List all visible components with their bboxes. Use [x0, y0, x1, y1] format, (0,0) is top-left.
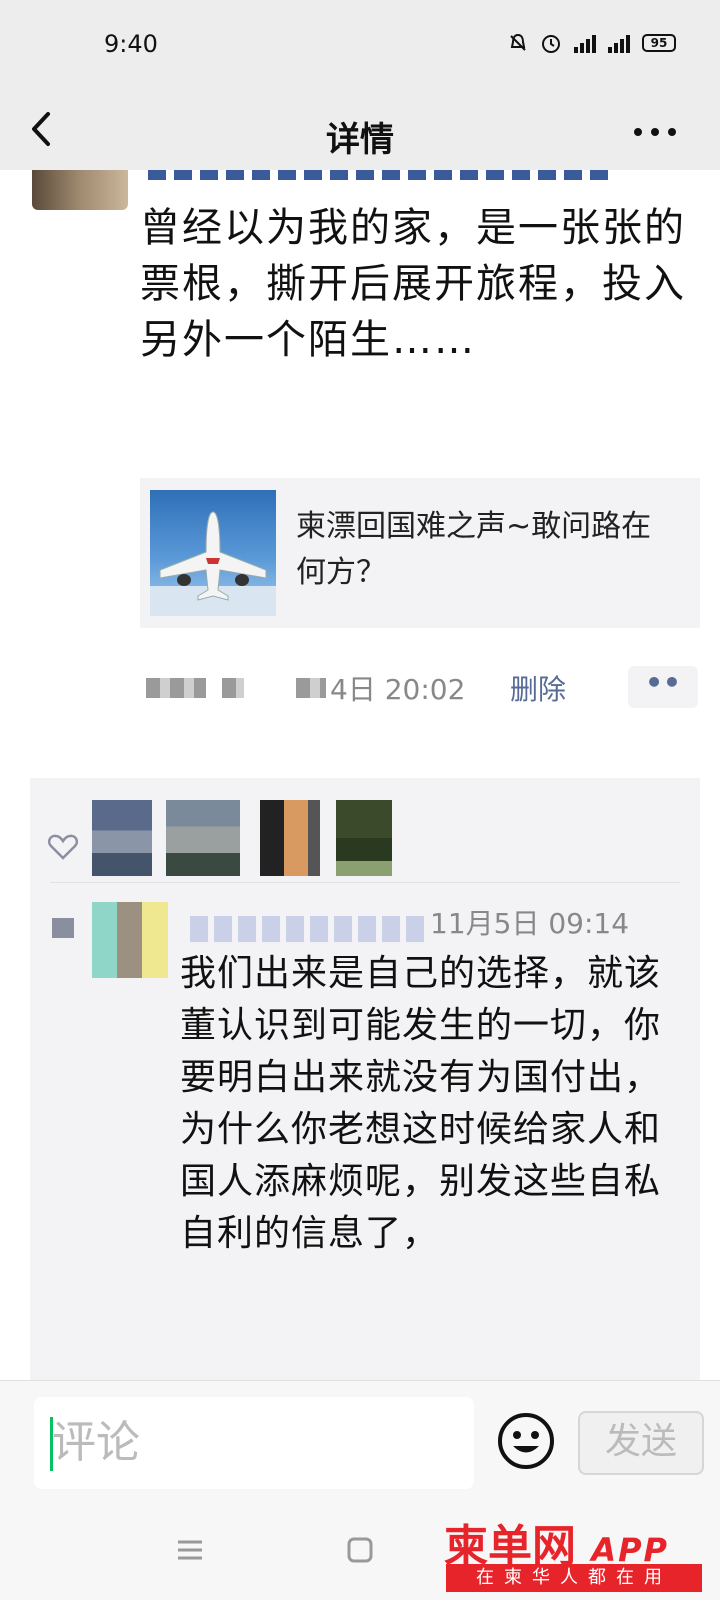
- blurred-text: [296, 678, 326, 698]
- airplane-image: [150, 490, 276, 616]
- status-bar: 9:40 95: [0, 0, 720, 90]
- post-text: 曾经以为我的家，是一张张的票根，撕开后展开旅程，投入另外一个陌生……: [140, 205, 686, 363]
- comment-timestamp: 11月5日 09:14: [430, 907, 630, 940]
- comment-placeholder: 评论: [52, 1417, 140, 1468]
- liker-avatar[interactable]: [92, 800, 152, 876]
- watermark-logo: 柬单网 APP 在柬华人都在用: [444, 1510, 706, 1594]
- post-timestamp: 4日 20:02: [330, 673, 466, 706]
- delete-button[interactable]: 删除: [510, 668, 566, 708]
- menu-button[interactable]: [170, 1530, 210, 1570]
- more-dots-icon: [634, 128, 676, 136]
- link-card-title: 柬漂回国难之声~敢问路在何方？: [296, 509, 652, 590]
- commenter-avatar[interactable]: [92, 902, 168, 978]
- home-square-icon: [347, 1537, 373, 1563]
- status-time: 9:40: [104, 30, 158, 58]
- moment-post: 曾经以为我的家，是一张张的票根，撕开后展开旅程，投入另外一个陌生…… 柬漂回国难…: [0, 170, 720, 730]
- alarm-icon: [542, 35, 560, 53]
- signal-icon: [574, 33, 596, 53]
- more-button[interactable]: [630, 112, 680, 152]
- likes-comments-box: 11月5日 09:14 我们出来是自己的选择，就该董认识到可能发生的一切，你要明…: [30, 778, 700, 1380]
- comment-input-bar: 评论 发送: [0, 1380, 720, 1500]
- comment-bubble-icon: [52, 918, 74, 938]
- comment-input[interactable]: 评论: [34, 1397, 474, 1489]
- heart-icon: [48, 834, 78, 860]
- author-avatar[interactable]: [32, 170, 128, 210]
- blurred-text: [146, 678, 206, 698]
- liker-avatar[interactable]: [166, 800, 240, 876]
- nav-bar: 详情: [0, 90, 720, 170]
- text-caret: [50, 1417, 53, 1471]
- page-title: 详情: [326, 120, 394, 160]
- spacer: [0, 730, 720, 770]
- menu-lines-icon: [178, 1540, 202, 1560]
- silent-bell-icon: [510, 33, 526, 51]
- liker-avatar[interactable]: [260, 800, 320, 876]
- moments-detail-page: 9:40 95 详情 曾经以为我的家，是一张张的票根，撕开后展开旅程，投入另外一…: [0, 0, 720, 1600]
- like-comment-button[interactable]: ••: [628, 666, 698, 708]
- interaction-panel: 11月5日 09:14 我们出来是自己的选择，就该董认识到可能发生的一切，你要明…: [0, 770, 720, 1380]
- blurred-text: [222, 678, 244, 698]
- send-button[interactable]: 发送: [578, 1411, 704, 1475]
- divider: [50, 882, 680, 883]
- watermark-slogan: 在柬华人都在用: [446, 1564, 702, 1592]
- home-button[interactable]: [340, 1530, 380, 1570]
- author-name-blurred[interactable]: [148, 170, 608, 180]
- shared-link-card[interactable]: 柬漂回国难之声~敢问路在何方？: [140, 478, 700, 628]
- signal-4g-icon: [608, 33, 630, 53]
- commenter-name-blurred[interactable]: [190, 916, 430, 942]
- smiley-icon: [498, 1413, 554, 1469]
- battery-icon: 95: [642, 34, 676, 52]
- emoji-button[interactable]: [496, 1411, 556, 1471]
- liker-avatar[interactable]: [336, 800, 392, 876]
- status-icons: 95: [508, 32, 676, 54]
- comment-text[interactable]: 我们出来是自己的选择，就该董认识到可能发生的一切，你要明白出来就没有为国付出，为…: [180, 948, 670, 1260]
- post-meta-row: 4日 20:02 删除 ••: [0, 666, 720, 708]
